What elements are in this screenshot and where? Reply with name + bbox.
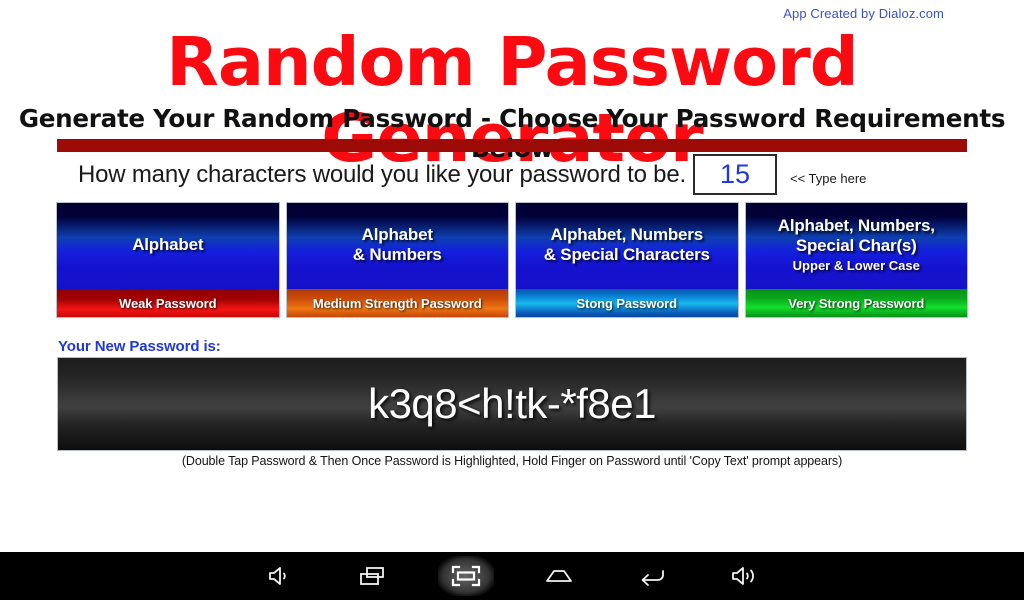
app-credit: App Created by Dialoz.com: [783, 6, 944, 21]
generated-password-text: k3q8<h!tk-*f8e1: [368, 380, 656, 427]
nav-button-volume-down[interactable]: [252, 556, 308, 596]
password-length-label: How many characters would you like your …: [78, 161, 686, 188]
home-icon: [544, 565, 574, 587]
option-button-alphabet-numbers-special-mixedcase[interactable]: Alphabet, Numbers, Special Char(s) Upper …: [745, 203, 967, 317]
generated-password-field[interactable]: k3q8<h!tk-*f8e1: [57, 357, 967, 451]
option-button-alphabet-numbers-special[interactable]: Alphabet, Numbers & Special Characters St…: [516, 203, 738, 317]
strength-badge-very-strong: Very Strong Password: [745, 289, 967, 317]
password-option-buttons: Alphabet Weak Password Alphabet & Numbers…: [57, 203, 967, 317]
option-title: Alphabet, Numbers, Special Char(s): [777, 216, 935, 255]
nav-button-recent-apps[interactable]: [345, 556, 401, 596]
option-button-alphabet-numbers-face: Alphabet & Numbers: [286, 203, 508, 289]
page-subtitle: Generate Your Random Password - Choose Y…: [18, 104, 1006, 163]
option-title: Alphabet, Numbers & Special Characters: [543, 225, 710, 264]
option-subtitle: Upper & Lower Case: [792, 258, 920, 273]
password-length-input[interactable]: [693, 154, 777, 195]
option-button-alphabet-numbers-special-face: Alphabet, Numbers & Special Characters: [516, 203, 738, 289]
strength-badge-weak: Weak Password: [57, 289, 279, 317]
result-label: Your New Password is:: [58, 338, 221, 355]
strength-badge-strong: Stong Password: [516, 289, 738, 317]
password-length-row: How many characters would you like your …: [0, 154, 1024, 198]
nav-button-screenshot[interactable]: [437, 556, 494, 596]
copy-instructions: (Double Tap Password & Then Once Passwor…: [181, 454, 843, 468]
nav-button-back[interactable]: [624, 556, 680, 596]
android-navigation-bar: [0, 552, 1024, 600]
strength-badge-medium: Medium Strength Password: [286, 289, 508, 317]
option-button-alphabet-numbers[interactable]: Alphabet & Numbers Medium Strength Passwo…: [286, 203, 508, 317]
back-icon: [637, 565, 667, 587]
nav-button-volume-up[interactable]: [717, 556, 773, 596]
option-title: Alphabet & Numbers: [352, 225, 442, 264]
recent-apps-icon: [358, 565, 388, 587]
nav-button-home[interactable]: [531, 556, 587, 596]
option-button-alphabet-face: Alphabet: [57, 203, 279, 289]
volume-up-icon: [731, 565, 759, 587]
app-screen: App Created by Dialoz.com Random Passwor…: [0, 0, 1024, 552]
screenshot-icon: [451, 565, 481, 587]
option-button-alphabet[interactable]: Alphabet Weak Password: [57, 203, 279, 317]
option-title: Alphabet: [132, 235, 204, 254]
option-button-alphabet-numbers-special-mixedcase-face: Alphabet, Numbers, Special Char(s) Upper …: [745, 203, 967, 289]
nav-button-strip: [252, 556, 773, 596]
volume-down-icon: [267, 565, 293, 587]
divider-rule: [57, 139, 967, 152]
type-here-hint: << Type here: [790, 171, 867, 186]
